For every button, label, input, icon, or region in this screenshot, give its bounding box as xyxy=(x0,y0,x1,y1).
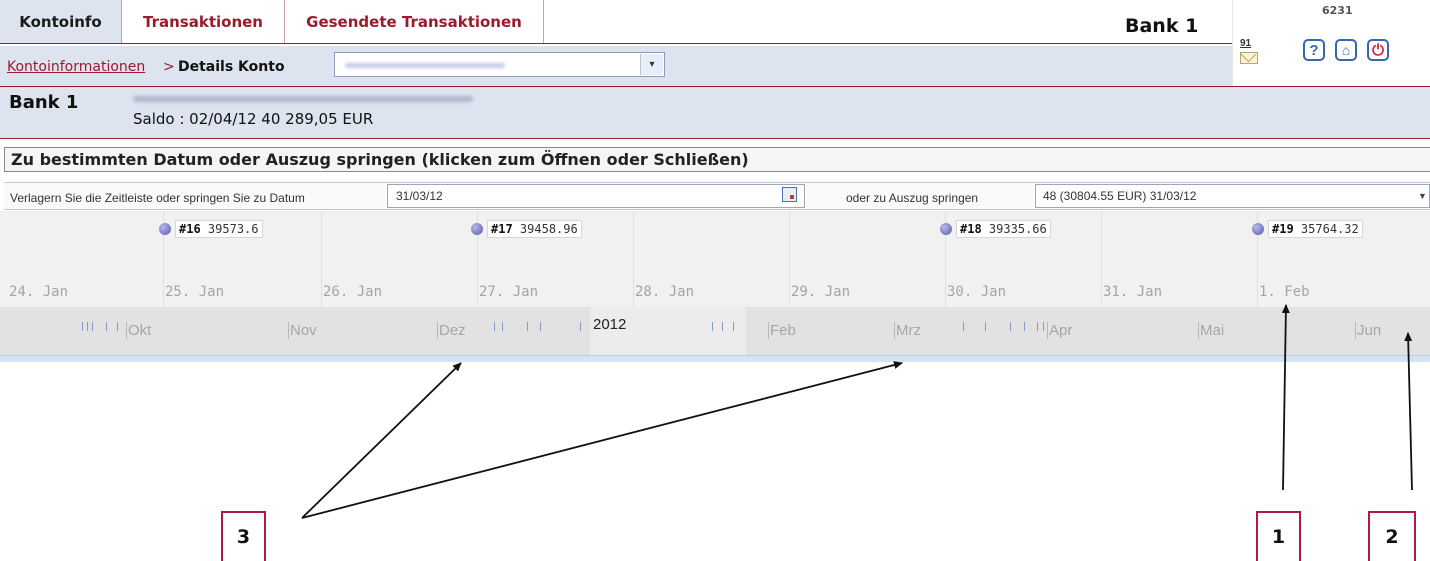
arrow-line-2 xyxy=(1404,332,1413,491)
callout-2: 2 xyxy=(1368,511,1416,561)
callout-3: 3 xyxy=(221,511,266,561)
annotation-arrows xyxy=(301,304,1413,519)
arrow-line-3b xyxy=(301,361,903,519)
arrow-line-1 xyxy=(1281,304,1290,491)
arrow-line-3a xyxy=(301,362,462,519)
callout-1: 1 xyxy=(1256,511,1301,561)
